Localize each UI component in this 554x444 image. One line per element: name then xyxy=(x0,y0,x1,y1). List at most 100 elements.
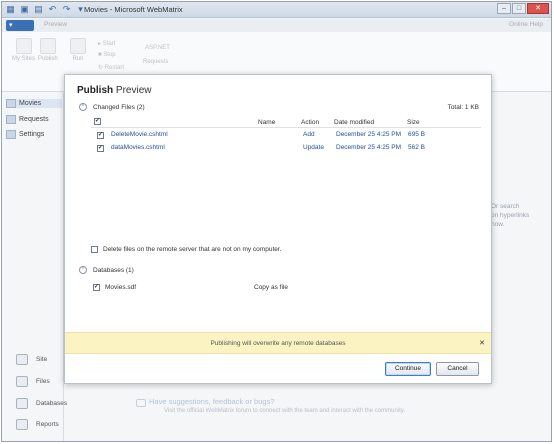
sidebar-item-movies[interactable]: Movies xyxy=(6,99,62,108)
feedback-link[interactable]: Have suggestions, feedback or bugs? xyxy=(149,397,405,406)
file-checkbox[interactable]: ✓ xyxy=(97,145,104,152)
save-icon[interactable]: ▣ xyxy=(19,4,30,15)
sidebar-item-settings[interactable]: Settings xyxy=(6,130,44,139)
file-name: DeleteMovie.cshtml xyxy=(111,131,168,138)
table-row[interactable]: ✓ dataMovies.cshtml Update December 25 4… xyxy=(91,142,481,154)
nav-label: Site xyxy=(36,356,48,363)
feedback-hint: Have suggestions, feedback or bugs? Visi… xyxy=(136,397,405,414)
site-node-icon xyxy=(6,99,16,108)
database-name: Movies.sdf xyxy=(105,284,137,291)
requests-ribbon-label[interactable]: Requests xyxy=(143,59,168,65)
ribbon-tabs: ▾ Preview Online Help xyxy=(2,19,551,32)
stop-label: Stop xyxy=(103,52,116,58)
column-name[interactable]: Name xyxy=(258,119,275,126)
quick-access-toolbar: ▦ ▣ ▤ ↶ ↷ ▾ xyxy=(5,4,86,15)
sidebar-item-label: Settings xyxy=(19,131,45,138)
sidebar-item-label: Movies xyxy=(19,100,42,107)
warning-message: Publishing will overwrite any remote dat… xyxy=(210,340,346,347)
file-action: Update xyxy=(303,144,324,151)
nav-site[interactable]: Site xyxy=(16,354,47,365)
maximize-button[interactable]: □ xyxy=(512,3,526,14)
save-all-icon[interactable]: ▤ xyxy=(33,4,44,15)
continue-button[interactable]: Continue xyxy=(385,362,431,376)
dismiss-warning-icon[interactable]: ✕ xyxy=(479,339,485,347)
hint-line: on hyperlinks xyxy=(491,212,530,219)
cancel-button[interactable]: Cancel xyxy=(436,362,479,376)
reports-icon xyxy=(16,419,28,430)
column-action[interactable]: Action xyxy=(301,119,319,126)
restart-label: Restart xyxy=(104,65,125,71)
file-name: dataMovies.cshtml xyxy=(111,144,165,151)
hint-line: now. xyxy=(491,221,505,228)
webmatrix-window: ▦ ▣ ▤ ↶ ↷ ▾ Movies - Microsoft WebMatrix… xyxy=(1,1,552,442)
undo-icon[interactable]: ↶ xyxy=(47,4,58,15)
site-icon xyxy=(16,354,28,365)
settings-icon xyxy=(6,130,16,139)
databases-label: Databases (1) xyxy=(93,266,134,274)
file-size: 695 B xyxy=(408,131,425,138)
files-table-header: ✓ Name Action Date modified Size xyxy=(91,117,481,128)
feedback-body: Visit the official WebMatrix forum to co… xyxy=(164,408,405,414)
database-method: Copy as file xyxy=(254,284,288,291)
start-label: Start xyxy=(102,41,116,47)
sidebar-item-requests[interactable]: Requests xyxy=(6,115,49,124)
file-action: Add xyxy=(303,131,315,138)
database-checkbox[interactable]: ✓ xyxy=(93,284,100,291)
minimize-button[interactable]: – xyxy=(497,3,511,14)
file-size: 562 B xyxy=(408,144,425,151)
delete-remote-option[interactable]: Delete files on the remote server that a… xyxy=(91,246,281,253)
sidebar: Movies Requests Settings Site Files Data… xyxy=(2,93,67,441)
file-checkbox[interactable]: ✓ xyxy=(97,132,104,139)
run-button[interactable]: Run xyxy=(70,38,86,62)
databases-section[interactable]: ⌃ Databases (1) xyxy=(79,266,134,274)
publish-button[interactable]: Publish xyxy=(38,38,58,62)
overwrite-warning-bar: Publishing will overwrite any remote dat… xyxy=(65,332,491,354)
nav-databases[interactable]: Databases xyxy=(16,398,67,409)
file-menu-tab[interactable]: ▾ xyxy=(6,20,34,31)
column-size[interactable]: Size xyxy=(407,119,420,126)
title-bar: ▦ ▣ ▤ ↶ ↷ ▾ Movies - Microsoft WebMatrix… xyxy=(2,2,551,18)
asp-version-label[interactable]: ASP.NET xyxy=(145,45,170,51)
feedback-bubble-icon xyxy=(136,399,146,407)
nav-files[interactable]: Files xyxy=(16,376,50,387)
nav-label: Databases xyxy=(36,400,68,407)
redo-icon[interactable]: ↷ xyxy=(61,4,72,15)
publish-preview-dialog: Publish Preview ⌃ Changed Files (2) Tota… xyxy=(64,74,492,384)
collapse-icon[interactable]: ⌃ xyxy=(79,266,87,274)
my-sites-icon xyxy=(15,38,32,54)
table-row[interactable]: ✓ DeleteMovie.cshtml Add December 25 4:2… xyxy=(91,129,481,141)
window-controls: – □ ✕ xyxy=(497,3,549,14)
nav-reports[interactable]: Reports xyxy=(16,419,59,430)
select-all-checkbox[interactable]: ✓ xyxy=(94,118,101,125)
stop-button[interactable]: ■ Stop xyxy=(98,52,116,58)
databases-icon xyxy=(16,398,28,409)
requests-icon xyxy=(6,115,16,124)
column-date[interactable]: Date modified xyxy=(334,119,374,126)
file-date: December 25 4:25 PM xyxy=(336,144,402,151)
file-menu-icon: ▾ xyxy=(9,22,13,29)
nav-label: Reports xyxy=(36,421,59,428)
tab-preview[interactable]: Preview xyxy=(44,21,67,28)
changed-files-section[interactable]: ⌃ Changed Files (2) xyxy=(79,103,145,111)
online-help-link[interactable]: Online Help xyxy=(509,21,543,28)
collapse-icon[interactable]: ⌃ xyxy=(79,103,87,111)
run-label: Run xyxy=(72,56,84,62)
dialog-title-bold: Publish xyxy=(77,85,114,96)
window-title: Movies - Microsoft WebMatrix xyxy=(84,5,183,14)
app-icon: ▦ xyxy=(6,4,15,14)
close-button[interactable]: ✕ xyxy=(527,3,549,14)
dialog-title: Publish Preview xyxy=(77,85,151,96)
my-sites-button[interactable]: My Sites xyxy=(12,38,35,62)
database-row[interactable]: ✓ Movies.sdf Copy as file xyxy=(91,283,391,293)
delete-remote-label: Delete files on the remote server that a… xyxy=(103,246,282,253)
start-button[interactable]: ▸ Start xyxy=(98,40,115,47)
total-size: Total: 1 KB xyxy=(447,104,479,111)
restart-button[interactable]: ↻ Restart xyxy=(98,64,124,71)
sidebar-item-label: Requests xyxy=(19,116,49,123)
nav-label: Files xyxy=(36,378,50,385)
changed-files-label: Changed Files (2) xyxy=(93,103,145,111)
delete-remote-checkbox[interactable] xyxy=(91,246,98,253)
file-date: December 25 4:25 PM xyxy=(336,131,402,138)
publish-label: Publish xyxy=(38,56,58,62)
publish-icon xyxy=(39,38,56,54)
